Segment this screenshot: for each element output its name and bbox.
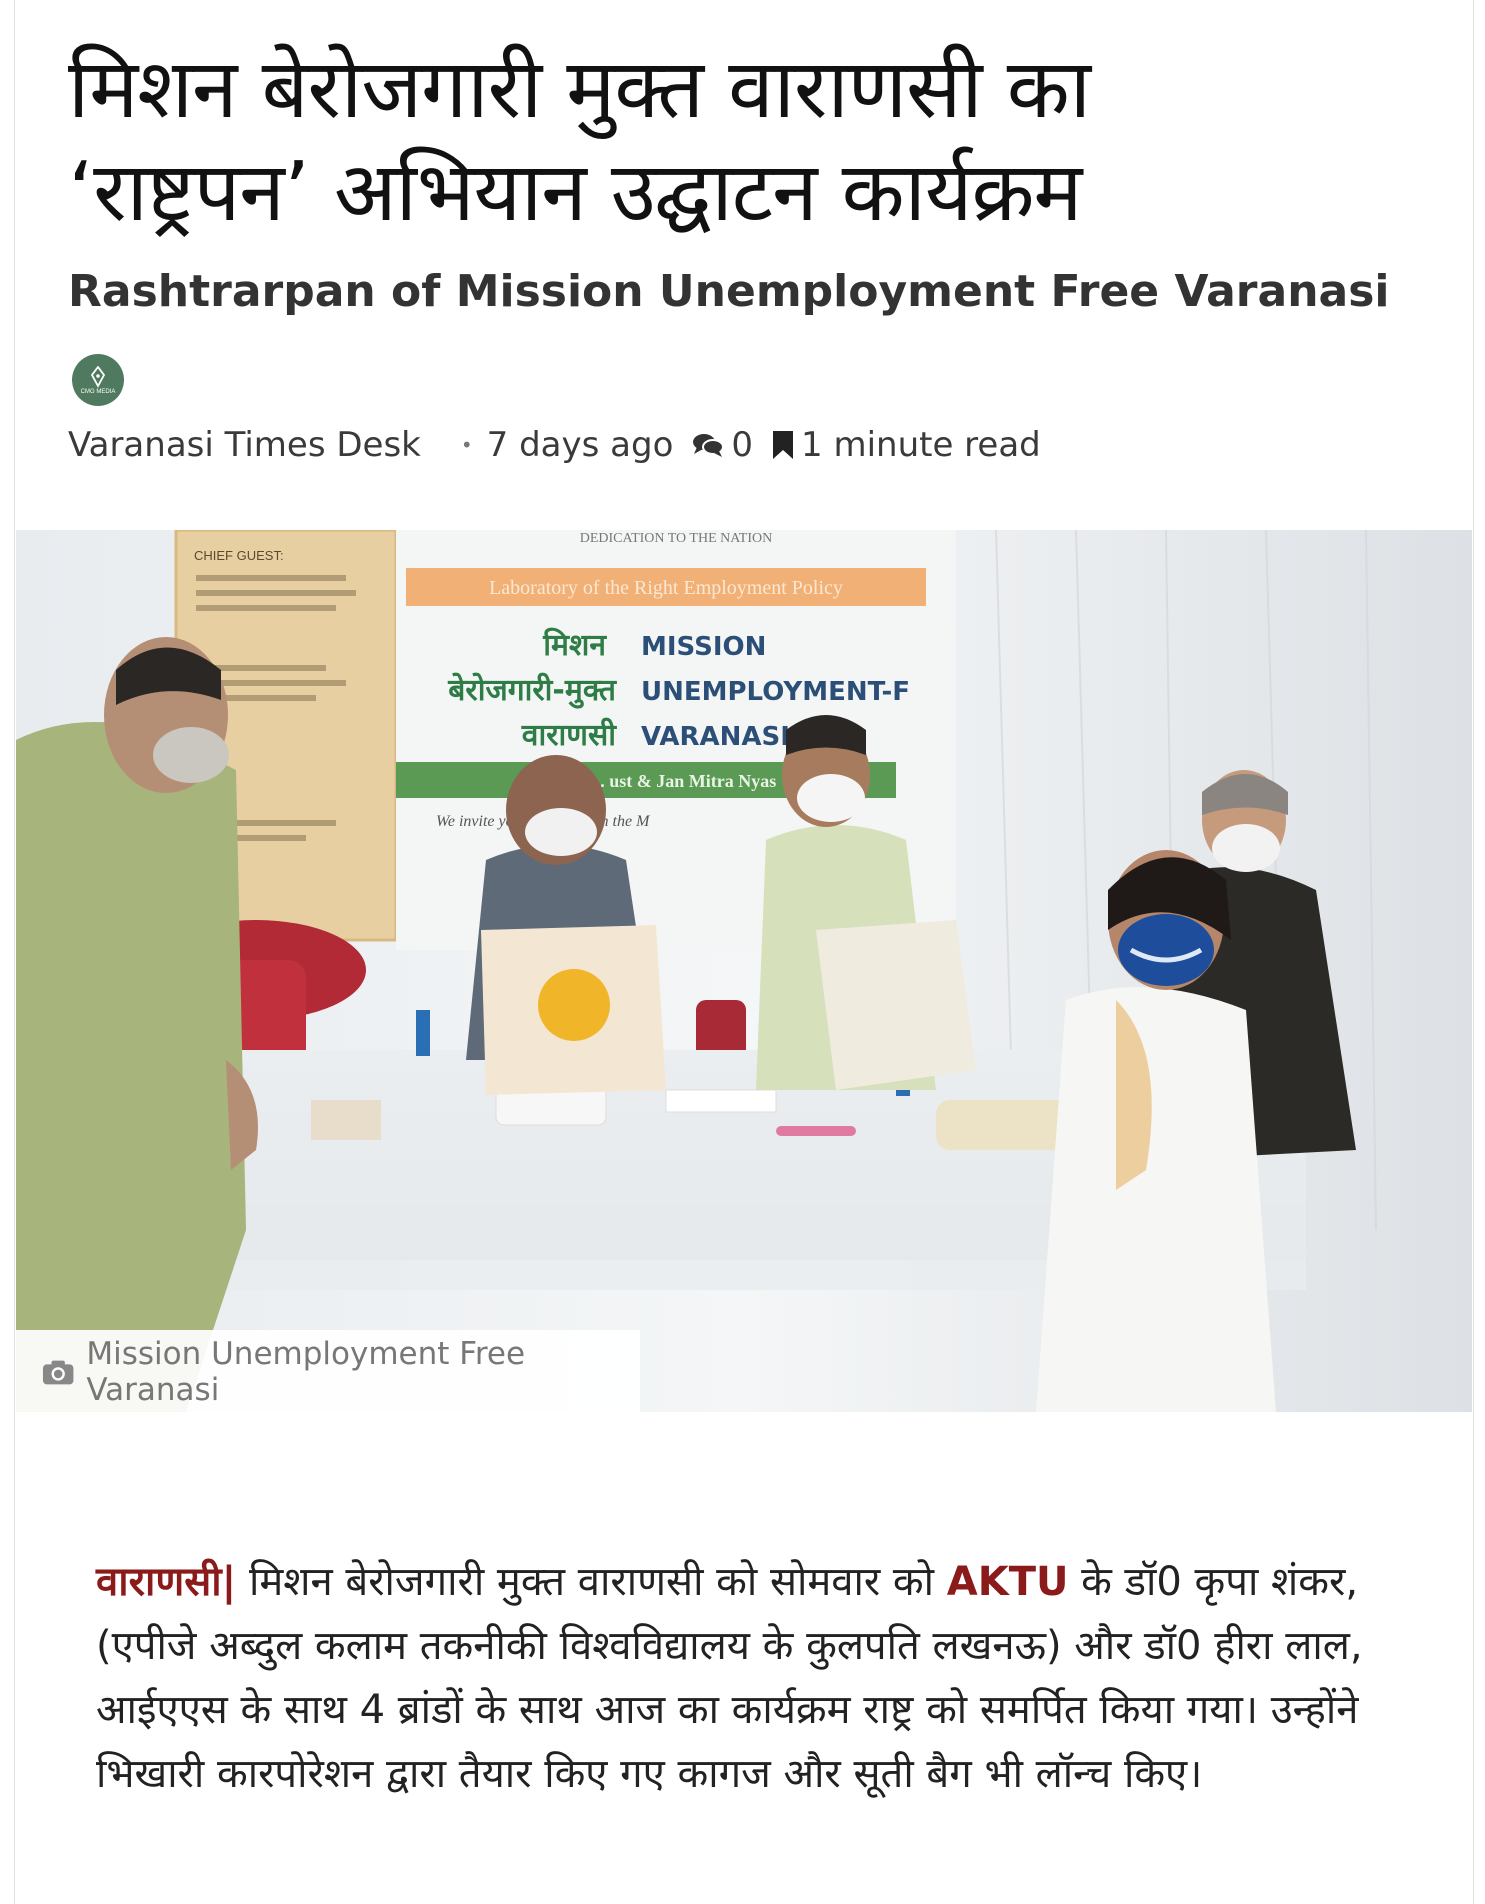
camera-icon bbox=[42, 1360, 74, 1384]
date-text: 7 days ago bbox=[486, 425, 674, 465]
chief-guest-label: CHIEF GUEST: bbox=[194, 548, 284, 563]
author-avatar[interactable]: CMG MEDIA bbox=[72, 354, 124, 406]
article-title: मिशन बेरोजगारी मुक्त वाराणसी का ‘राष्ट्र… bbox=[68, 42, 1091, 240]
banner-top-text: DEDICATION TO THE NATION bbox=[580, 531, 773, 546]
featured-image[interactable]: CHIEF GUEST: DEDICATION TO THE NATION La… bbox=[16, 530, 1472, 1412]
read-time-text: 1 minute read bbox=[801, 425, 1041, 465]
separator-dot: • bbox=[460, 433, 473, 457]
aktu-link[interactable]: AKTU bbox=[947, 1559, 1069, 1605]
avatar-label: CMG MEDIA bbox=[80, 388, 116, 395]
mission-hi-2: बेरोजगारी-मुक्त bbox=[447, 672, 618, 709]
body-text-part-1: मिशन बेरोजगारी मुक्त वाराणसी को सोमवार क… bbox=[236, 1559, 947, 1605]
event-photo: CHIEF GUEST: DEDICATION TO THE NATION La… bbox=[16, 530, 1472, 1412]
article-subtitle: Rashtrarpan of Mission Unemployment Free… bbox=[68, 266, 1390, 317]
banner-orange-text: Laboratory of the Right Employment Polic… bbox=[489, 577, 843, 599]
read-time: 1 minute read bbox=[771, 425, 1041, 465]
author-name[interactable]: Varanasi Times Desk bbox=[68, 425, 421, 465]
article-body: वाराणसी| मिशन बेरोजगारी मुक्त वाराणसी को… bbox=[96, 1550, 1426, 1806]
comments-link[interactable]: 0 bbox=[691, 425, 753, 465]
mission-hi-3: वाराणसी bbox=[521, 717, 617, 753]
caption-text: Mission Unemployment Free Varanasi bbox=[86, 1335, 526, 1408]
dateline-place: वाराणसी| bbox=[96, 1559, 237, 1605]
mission-hi-1: मिशन bbox=[542, 627, 607, 663]
bookmark-icon bbox=[773, 431, 794, 459]
publish-date: 7 days ago bbox=[487, 425, 674, 465]
mission-en-3: VARANASI bbox=[641, 722, 790, 752]
article-meta: Varanasi Times Desk • 7 days ago 0 1 min… bbox=[68, 420, 1059, 470]
comments-icon bbox=[693, 434, 725, 457]
mission-en-1: MISSION bbox=[641, 632, 766, 662]
pen-nib-icon bbox=[90, 365, 106, 388]
comments-count: 0 bbox=[731, 425, 754, 465]
image-caption: Mission Unemployment Free Varanasi bbox=[16, 1330, 640, 1413]
mission-en-2: UNEMPLOYMENT-F bbox=[641, 677, 910, 707]
